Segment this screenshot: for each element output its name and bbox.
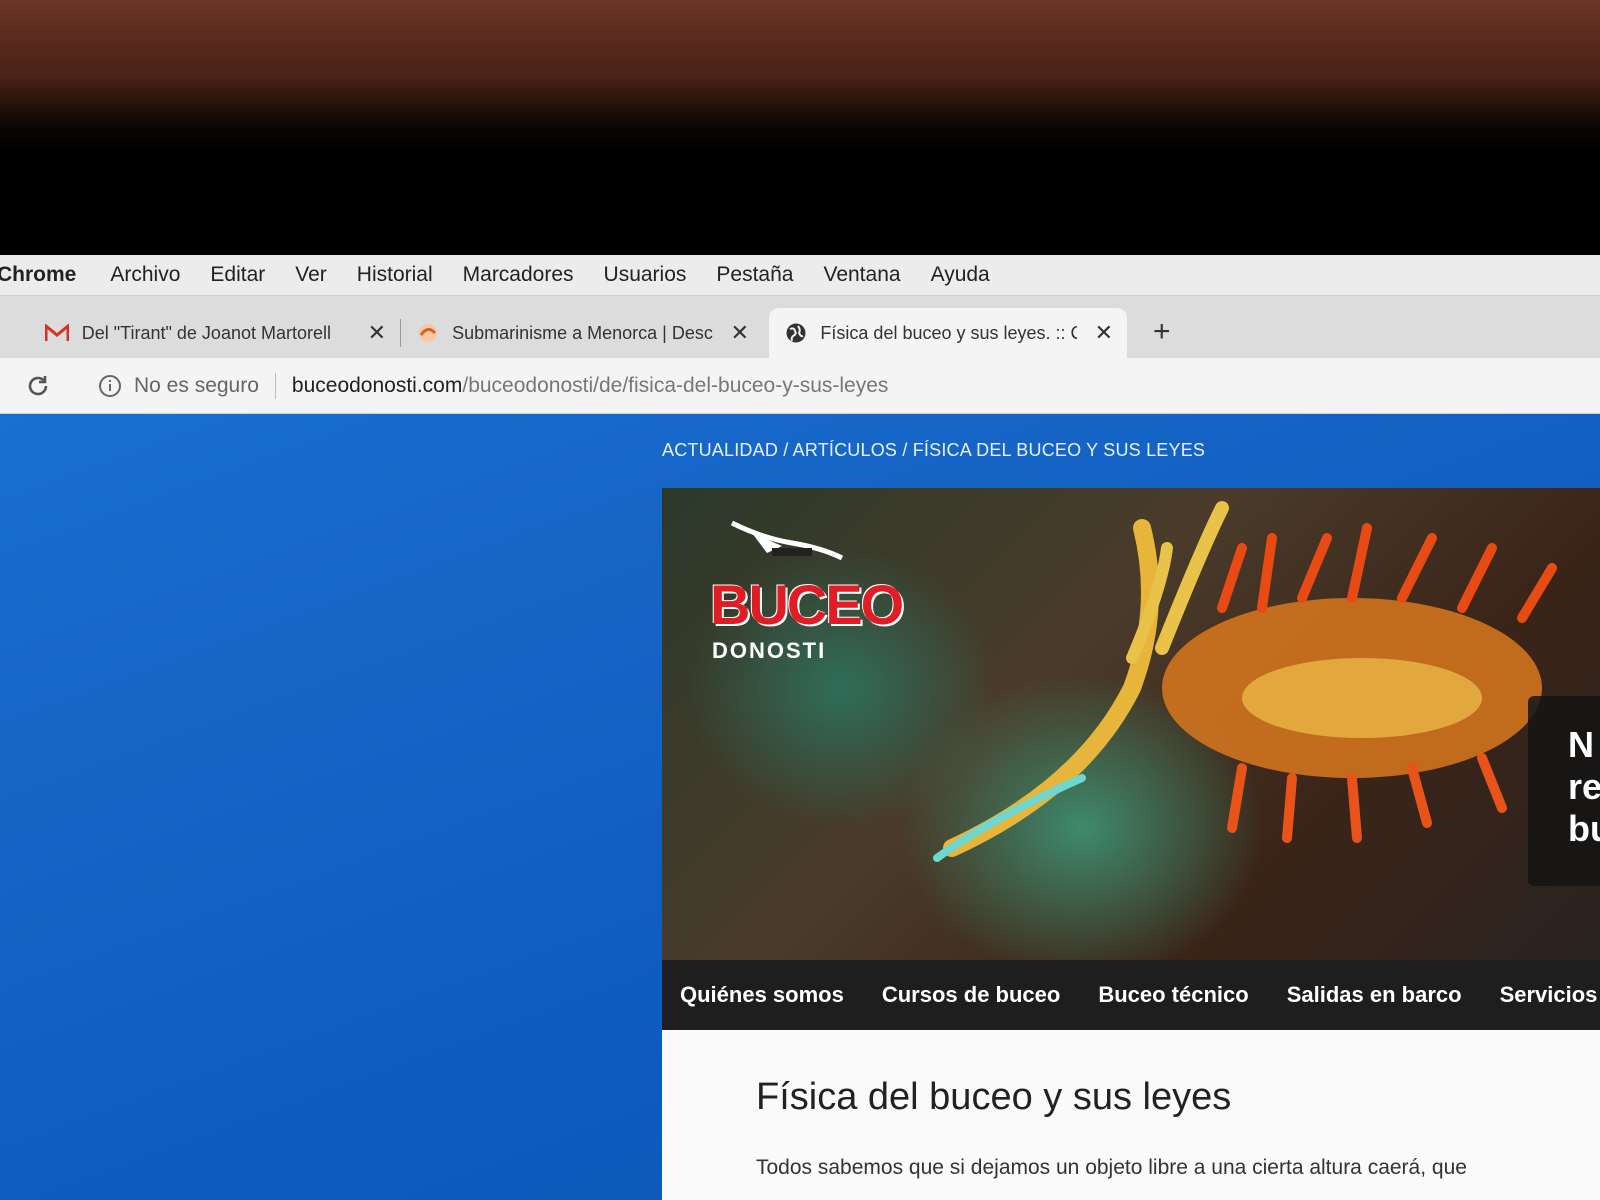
close-icon[interactable]: ✕	[1095, 320, 1113, 346]
tab-title: Del "Tirant" de Joanot Martorell	[81, 322, 331, 343]
buceo-donosti-logo[interactable]: BUCEO DONOSTI	[710, 518, 904, 668]
url-domain: buceodonosti.com	[291, 373, 463, 397]
address-bar: No es seguro buceodonosti.com/buceodonos…	[0, 358, 1600, 414]
caption-line: bu	[1568, 808, 1600, 849]
site-nav: Quiénes somos Cursos de buceo Buceo técn…	[662, 960, 1600, 1030]
article-body: Todos sabemos que si dejamos un objeto l…	[756, 1156, 1467, 1179]
gmail-icon	[44, 322, 70, 344]
slide-caption-panel: N re bu	[1528, 696, 1600, 886]
menu-app-name[interactable]: Chrome	[0, 263, 76, 287]
logo-buceo: BUCEO	[710, 573, 904, 636]
security-indicator[interactable]: No es seguro	[98, 374, 259, 398]
nav-buceo-tecnico[interactable]: Buceo técnico	[1098, 982, 1248, 1008]
tab-gmail[interactable]: Del "Tirant" de Joanot Martorell ✕	[30, 308, 400, 358]
tab-submarinisme[interactable]: Submarinisme a Menorca | Desc ✕	[401, 308, 763, 358]
menu-bar: Chrome Archivo Editar Ver Historial Marc…	[0, 255, 1600, 296]
reload-icon[interactable]	[24, 372, 52, 400]
menu-pestana[interactable]: Pestaña	[716, 263, 793, 287]
security-text: No es seguro	[134, 373, 259, 397]
url-path: /buceodonosti/de/fisica-del-buceo-y-sus-…	[462, 373, 889, 397]
close-icon[interactable]: ✕	[731, 320, 749, 346]
tab-title: Submarinisme a Menorca | Desc	[452, 322, 713, 343]
monitor-bezel	[0, 0, 1600, 255]
menu-marcadores[interactable]: Marcadores	[463, 263, 574, 287]
menu-historial[interactable]: Historial	[357, 263, 433, 287]
nav-quienes-somos[interactable]: Quiénes somos	[680, 982, 844, 1008]
menu-archivo[interactable]: Archivo	[110, 263, 180, 287]
diver-icon	[730, 520, 844, 561]
tab-fisica-active[interactable]: Física del buceo y sus leyes. :: C ✕	[769, 308, 1127, 358]
close-icon[interactable]: ✕	[368, 320, 386, 346]
article-content: Física del buceo y sus leyes Todos sabem…	[662, 1030, 1600, 1200]
info-icon	[99, 374, 121, 397]
new-tab-button[interactable]: +	[1153, 315, 1171, 349]
menu-usuarios[interactable]: Usuarios	[604, 263, 687, 287]
menu-ayuda[interactable]: Ayuda	[931, 263, 990, 287]
globe-icon	[783, 322, 808, 344]
breadcrumb[interactable]: ACTUALIDAD / ARTÍCULOS / FÍSICA DEL BUCE…	[662, 440, 1205, 461]
caption-line: N	[1568, 724, 1594, 765]
web-page: ACTUALIDAD / ARTÍCULOS / FÍSICA DEL BUCE…	[0, 414, 1600, 1200]
hero-image: BUCEO DONOSTI N re bu	[662, 488, 1600, 960]
tab-strip: Del "Tirant" de Joanot Martorell ✕ Subma…	[0, 296, 1600, 358]
tab-title: Física del buceo y sus leyes. :: C	[820, 322, 1077, 343]
menu-ventana[interactable]: Ventana	[823, 263, 900, 287]
nav-salidas-en-barco[interactable]: Salidas en barco	[1287, 982, 1462, 1008]
url-field[interactable]: buceodonosti.com/buceodonosti/de/fisica-…	[292, 374, 889, 398]
menu-editar[interactable]: Editar	[210, 263, 265, 287]
menu-ver[interactable]: Ver	[295, 263, 327, 287]
nav-cursos-de-buceo[interactable]: Cursos de buceo	[882, 982, 1060, 1008]
site-favicon	[415, 322, 440, 344]
caption-line: re	[1568, 766, 1600, 807]
omnibox-divider	[274, 372, 276, 399]
logo-donosti: DONOSTI	[712, 638, 827, 663]
article-title: Física del buceo y sus leyes	[756, 1076, 1232, 1118]
nav-servicios[interactable]: Servicios	[1500, 982, 1598, 1008]
